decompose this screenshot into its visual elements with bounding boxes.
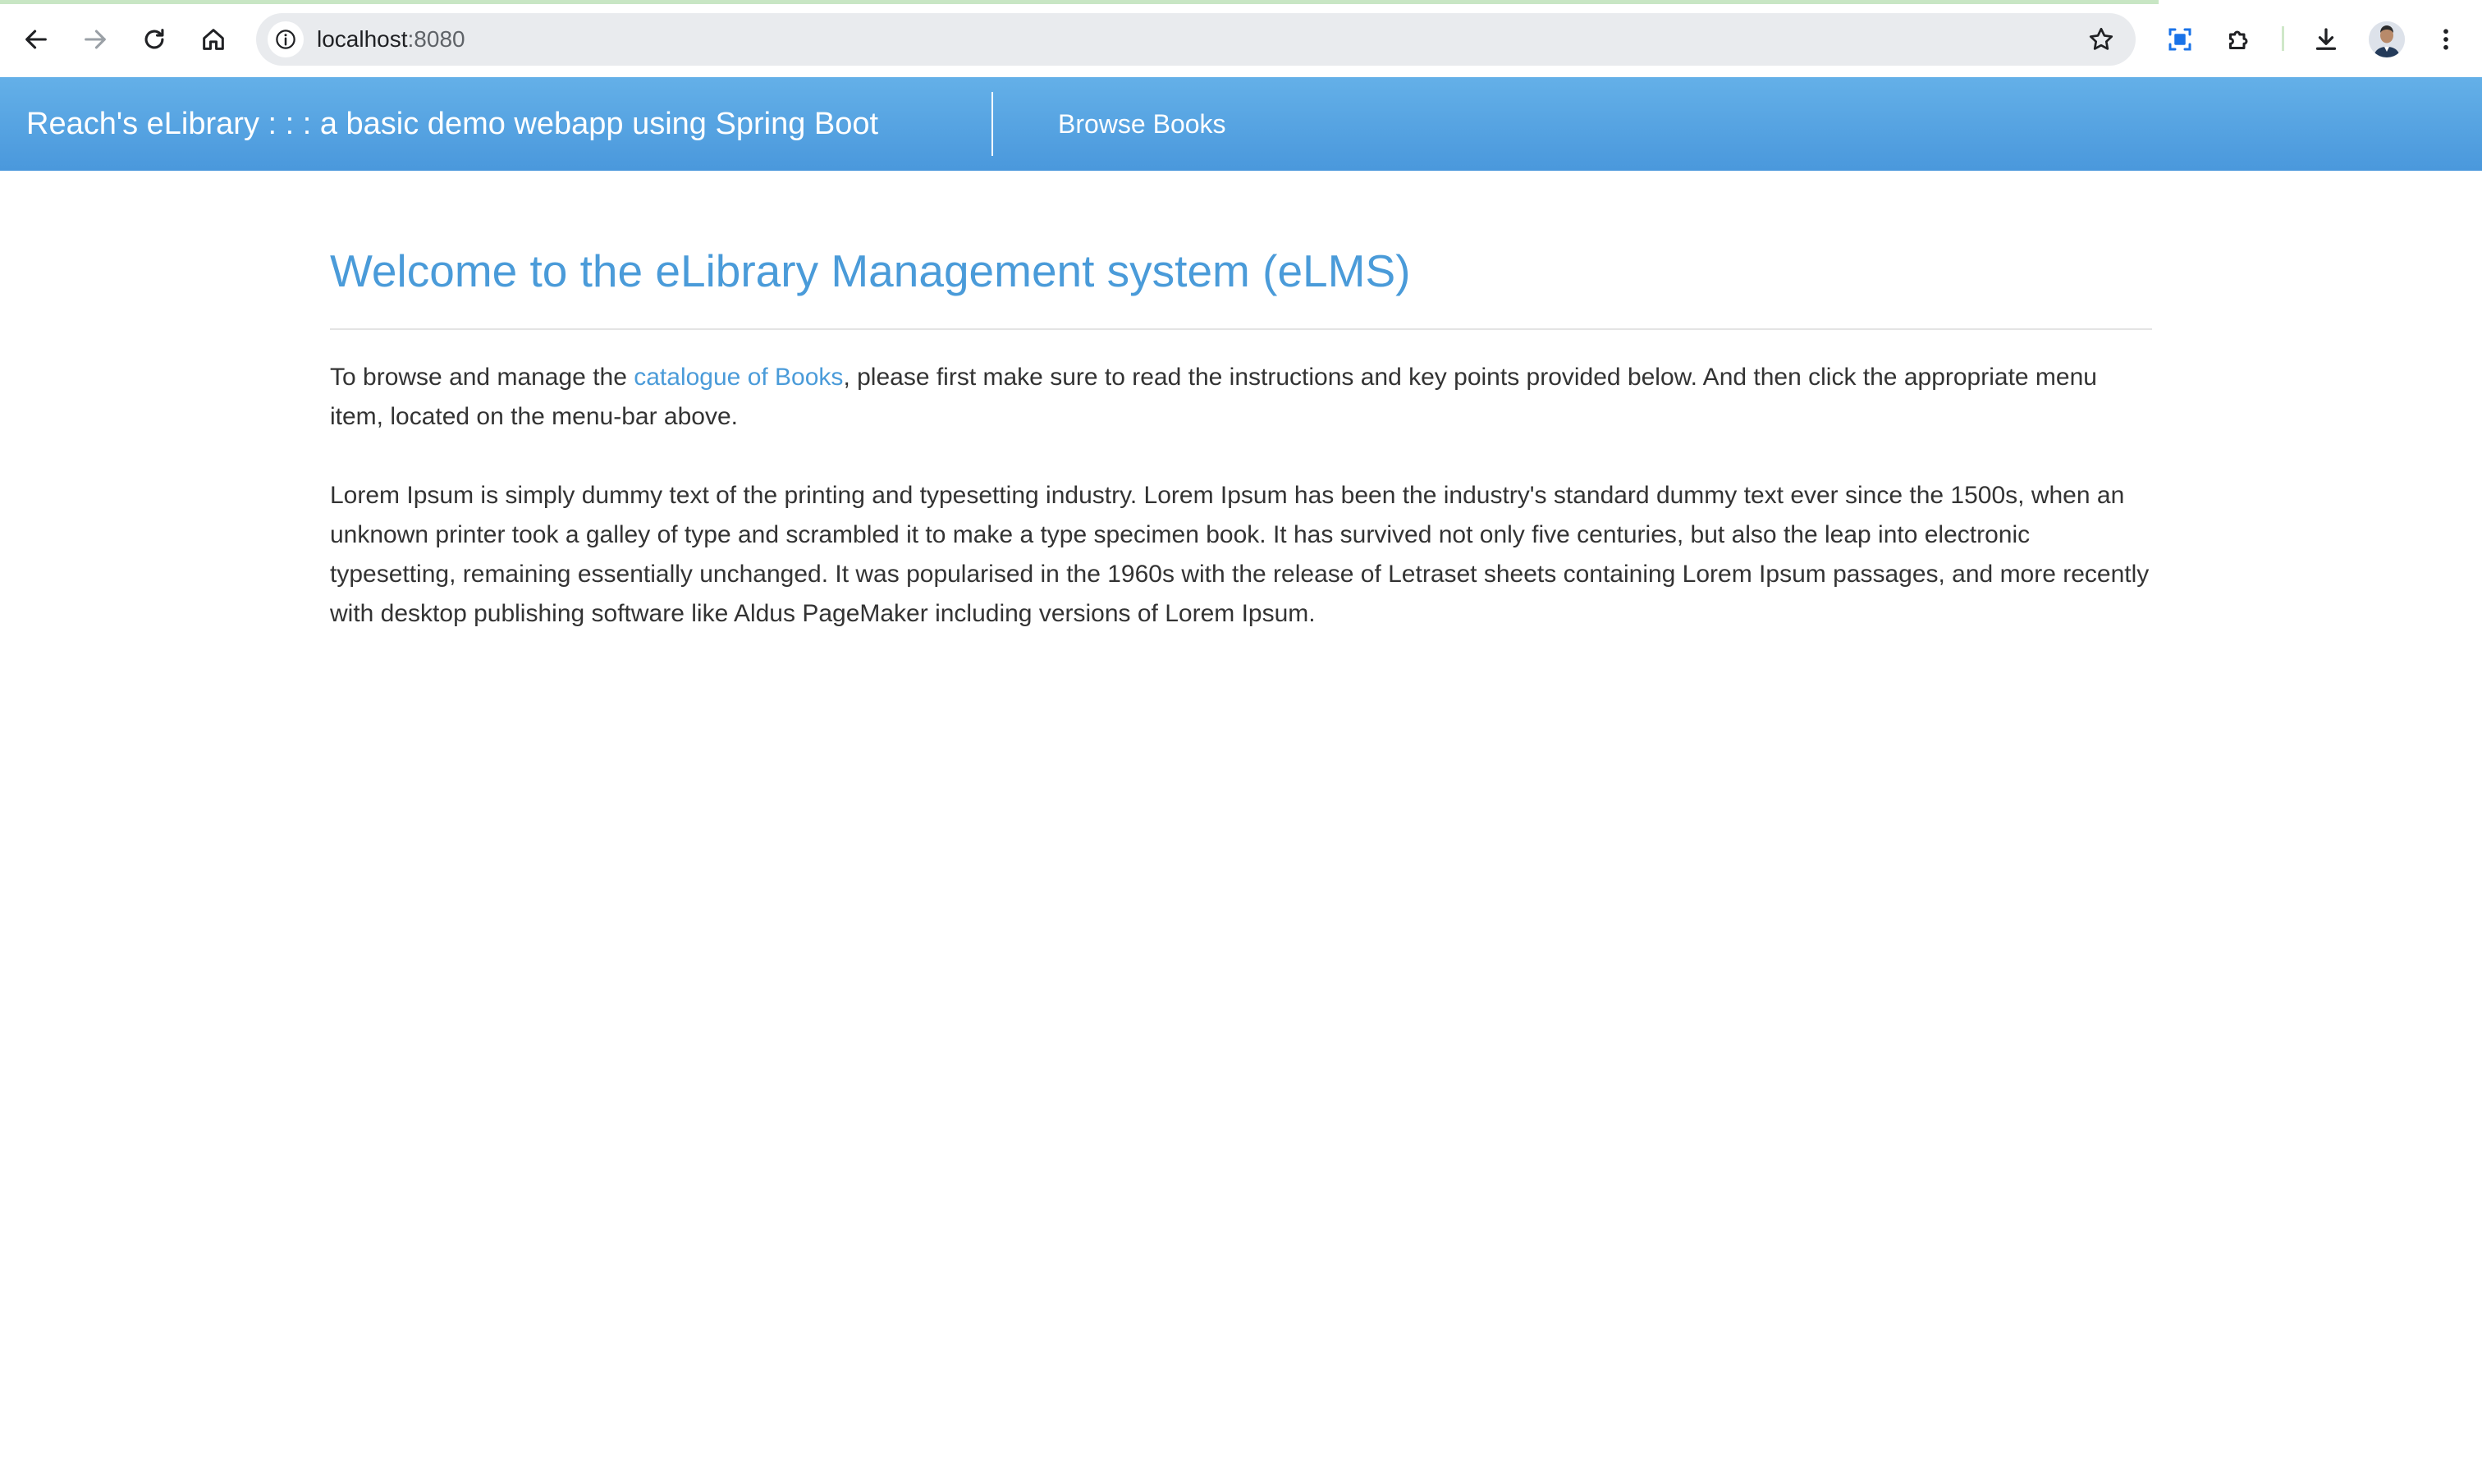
person-avatar-icon (2369, 21, 2405, 57)
extensions-button[interactable] (2218, 18, 2260, 61)
url-text[interactable]: localhost:8080 (317, 13, 465, 66)
intro-paragraph: To browse and manage the catalogue of Bo… (330, 358, 2152, 437)
title-divider (330, 328, 2152, 330)
forward-button[interactable] (74, 18, 117, 61)
home-icon (203, 29, 224, 50)
screen-capture-icon (2168, 28, 2191, 51)
navbar-divider (991, 92, 993, 156)
browser-toolbar: localhost:8080 (0, 0, 2482, 77)
downloads-button[interactable] (2305, 18, 2347, 61)
page-title: Welcome to the eLibrary Management syste… (330, 245, 1411, 296)
back-button[interactable] (15, 18, 57, 61)
home-button[interactable] (192, 18, 235, 61)
app-navbar: Reach's eLibrary : : : a basic demo weba… (0, 77, 2482, 171)
intro-text-before-link: To browse and manage the (330, 364, 634, 391)
download-icon (2315, 28, 2337, 50)
reload-icon (144, 29, 164, 49)
address-bar[interactable]: localhost:8080 (256, 13, 2136, 66)
url-host: localhost (317, 26, 408, 52)
tab-strip-accent (0, 0, 2159, 4)
bookmark-button[interactable] (2085, 23, 2118, 56)
kebab-menu-icon (2443, 29, 2448, 50)
toolbar-separator (2282, 26, 2284, 51)
nav-link-browse-books[interactable]: Browse Books (1058, 77, 1226, 171)
reload-button[interactable] (133, 18, 176, 61)
screen-capture-button[interactable] (2159, 18, 2201, 61)
navbar-brand[interactable]: Reach's eLibrary : : : a basic demo weba… (26, 77, 878, 171)
puzzle-icon (2229, 30, 2248, 49)
star-icon (2089, 27, 2113, 50)
main-content: Welcome to the eLibrary Management syste… (330, 171, 2152, 634)
info-icon (276, 30, 295, 49)
browser-menu-button[interactable] (2425, 18, 2467, 61)
lorem-paragraph: Lorem Ipsum is simply dummy text of the … (330, 482, 2150, 627)
arrow-right-icon (85, 30, 106, 49)
arrow-left-icon (25, 30, 47, 49)
profile-avatar[interactable] (2369, 21, 2405, 57)
catalogue-link[interactable]: catalogue of Books (634, 364, 843, 391)
site-info-button[interactable] (268, 21, 304, 57)
url-port: :8080 (407, 26, 465, 52)
